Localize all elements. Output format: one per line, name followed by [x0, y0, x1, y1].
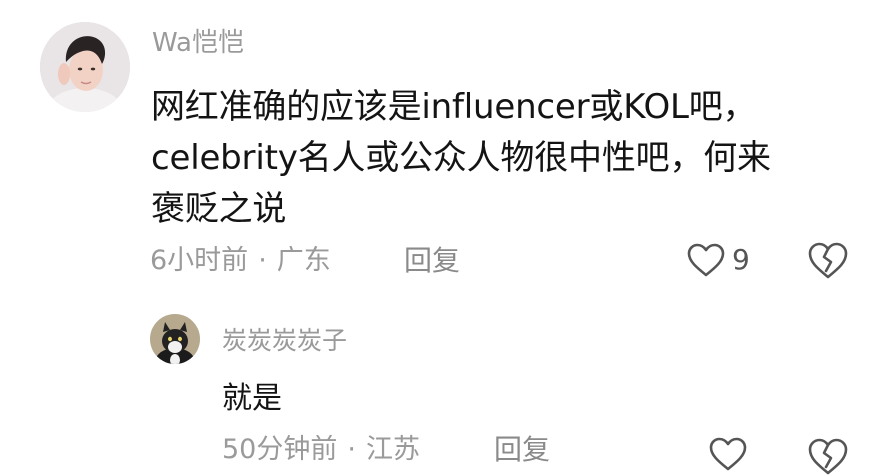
avatar-image: [40, 22, 130, 112]
broken-heart-icon[interactable]: [806, 436, 850, 476]
reply-username[interactable]: 炭炭炭炭子: [222, 326, 347, 356]
heart-outline-icon[interactable]: [708, 436, 748, 472]
meta-separator: ·: [347, 434, 356, 465]
comment-content-line: 网红准确的应该是influencer或KOL吧，: [151, 87, 757, 127]
reply-avatar[interactable]: [150, 314, 200, 364]
avatar[interactable]: [40, 22, 130, 112]
reply-button[interactable]: 回复: [404, 244, 460, 278]
comment-content: 网红准确的应该是influencer或KOL吧， celebrity名人或公众人…: [151, 82, 851, 235]
comment-thread: Wa恺恺 网红准确的应该是influencer或KOL吧， celebrity名…: [0, 0, 896, 475]
like-button[interactable]: 9: [686, 240, 750, 280]
reply-location: 江苏: [365, 434, 420, 465]
reply-content: 就是: [222, 381, 282, 416]
comment-content-line: celebrity名人或公众人物很中性吧，何来: [151, 138, 771, 178]
reply-reply-button[interactable]: 回复: [494, 433, 550, 467]
reply-time: 50分钟前: [222, 434, 338, 465]
comment-content-line: 褒贬之说: [151, 189, 287, 229]
comment-time: 6小时前: [150, 245, 249, 276]
broken-heart-icon[interactable]: [806, 240, 850, 280]
reply-meta: 50分钟前 · 江苏: [222, 433, 420, 467]
like-count: 9: [732, 243, 750, 276]
comment-location: 广东: [276, 245, 331, 276]
comment-username[interactable]: Wa恺恺: [152, 28, 244, 58]
reply-avatar-image: [150, 314, 200, 364]
meta-separator: ·: [258, 245, 267, 276]
heart-outline-icon: [687, 243, 725, 277]
comment-meta: 6小时前 · 广东: [150, 244, 331, 278]
